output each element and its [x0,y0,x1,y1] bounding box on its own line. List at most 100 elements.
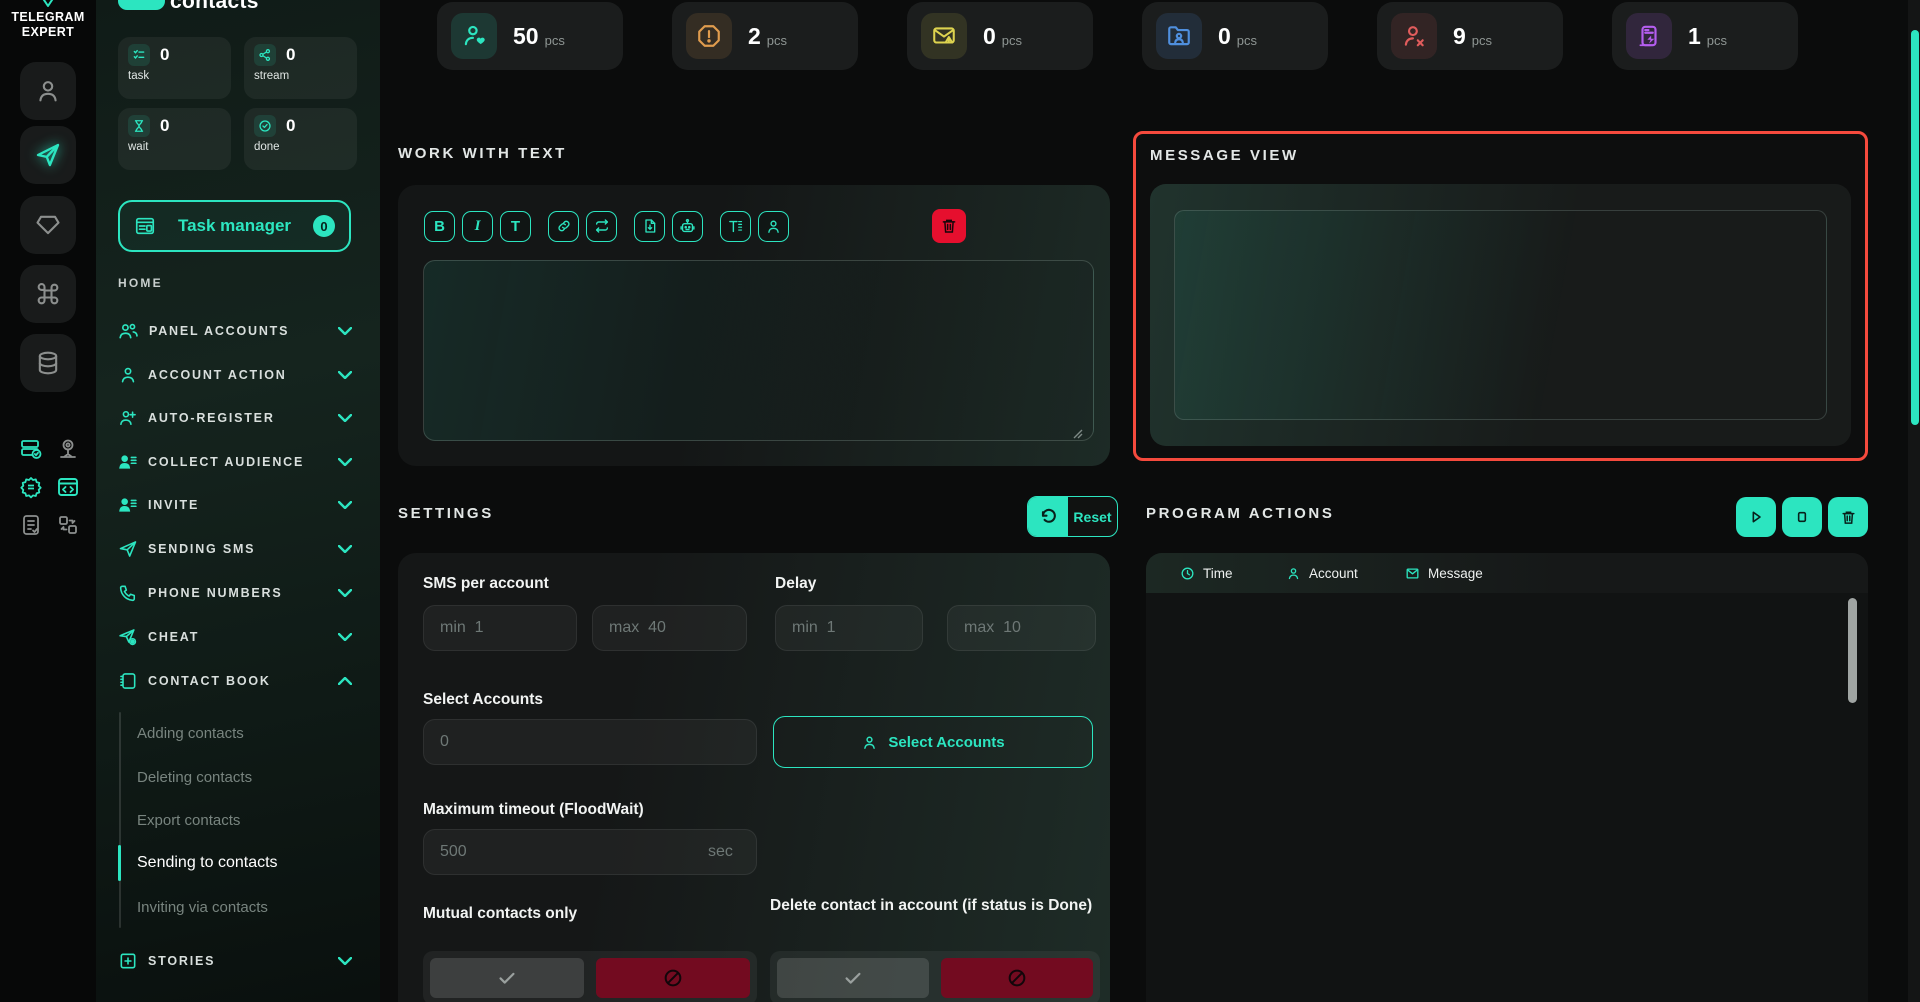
book-icon [118,671,138,691]
column-message[interactable]: Message [1405,566,1483,581]
selected-accounts-count-input[interactable] [423,719,757,765]
ban-icon [1006,967,1028,989]
page-scrollbar-thumb[interactable] [1911,30,1919,425]
sidebar-item-contact-book[interactable]: CONTACT BOOK [96,659,380,703]
start-button[interactable] [1736,497,1776,537]
toggle-yes-option[interactable] [777,958,929,998]
sidebar-header-toggle[interactable] [118,0,165,10]
clear-actions-button[interactable] [1828,497,1868,537]
sidebar-item-home[interactable]: HOME [118,276,163,290]
logo-line1: TELEGRAM [0,10,96,25]
task-manager-badge: 0 [313,215,335,237]
rail-swap-button[interactable] [55,512,81,538]
sidebar-subitem-export-contacts[interactable]: Export contacts [137,798,357,842]
sidebar-item-auto-register[interactable]: AUTO-REGISTER [96,396,380,440]
reset-button[interactable]: Reset [1027,496,1118,537]
stat-card-mail-warnings: 0 pcs [907,2,1093,70]
table-scrollbar-thumb[interactable] [1848,598,1857,703]
trash-icon [940,217,958,235]
italic-button[interactable]: I [462,211,493,242]
sidebar-item-sending-sms[interactable]: SENDING SMS [96,527,380,571]
text-button[interactable]: T [500,211,531,242]
chevron-down-icon [338,957,352,965]
sidebar-item-cheat[interactable]: CHEAT [96,615,380,659]
delay-max-input[interactable] [947,605,1096,651]
sidebar-item-invite[interactable]: INVITE [96,483,380,527]
phone-icon [118,583,138,603]
task-manager-button[interactable]: Task manager 0 [118,200,351,252]
rail-doc-check-button[interactable] [18,512,44,538]
toggle-no-option[interactable] [941,958,1093,998]
link-button[interactable] [548,211,579,242]
column-time[interactable]: Time [1180,566,1286,581]
rail-command-button[interactable] [20,265,76,323]
file-insert-button[interactable] [634,211,665,242]
message-text-input[interactable] [423,260,1094,441]
column-account[interactable]: Account [1286,566,1405,581]
checklist-icon [128,44,150,66]
counter-task-value: 0 [160,45,169,65]
rail-send-button[interactable] [20,126,76,184]
sidebar-subitem-sending-to-contacts[interactable]: Sending to contacts [137,841,357,885]
template-button[interactable] [720,211,751,242]
person-cam-icon [56,437,80,461]
sidebar-subitem-inviting-via-contacts[interactable]: Inviting via contacts [137,885,357,929]
sidebar-item-reports[interactable]: REPORTS [96,990,380,1002]
message-view-panel [1150,184,1851,446]
task-manager-label: Task manager [166,216,303,236]
rail-person-cam-button[interactable] [55,436,81,462]
stat-card-errors: 2 pcs [672,2,858,70]
select-accounts-button[interactable]: Select Accounts [773,716,1093,768]
user-icon [1286,566,1301,581]
user-list-icon [118,452,138,472]
sidebar-item-phone-numbers[interactable]: PHONE NUMBERS [96,571,380,615]
sidebar: contacts 0 task 0 stream [96,0,380,1002]
rail-database-button[interactable] [20,334,76,392]
send-icon [33,140,63,170]
sidebar-item-label: CHEAT [148,630,328,644]
logo-plane-icon [38,0,58,8]
stop-button[interactable] [1782,497,1822,537]
chevron-down-icon [338,545,352,553]
rail-user-button[interactable] [20,62,76,120]
sidebar-item-collect-audience[interactable]: COLLECT AUDIENCE [96,440,380,484]
sms-min-input[interactable] [423,605,577,651]
person-insert-button[interactable] [758,211,789,242]
message-preview-area [1174,210,1827,420]
diamond-icon [34,211,62,239]
column-account-label: Account [1309,566,1358,581]
timeout-input[interactable] [423,829,757,875]
robot-button[interactable] [672,211,703,242]
toggle-no-option[interactable] [596,958,750,998]
sidebar-item-label: ACCOUNT ACTION [148,368,328,382]
sidebar-subitem-deleting-contacts[interactable]: Deleting contacts [137,755,357,799]
sidebar-item-panel-accounts[interactable]: PANEL ACCOUNTS [96,309,380,353]
mutual-contacts-label: Mutual contacts only [423,905,577,923]
swap-icon [56,513,80,537]
repeat-button[interactable] [586,211,617,242]
sidebar-item-stories[interactable]: STORIES [96,939,380,983]
user-plus-icon [118,408,138,428]
bold-button[interactable]: B [424,211,455,242]
delay-min-input[interactable] [775,605,923,651]
share-nodes-icon [254,44,276,66]
counter-stream-value: 0 [286,45,295,65]
rail-diamond-button[interactable] [20,196,76,254]
server-check-icon [19,437,43,461]
delete-contact-label: Delete contact in account (if status is … [770,896,1106,915]
sidebar-item-account-action[interactable]: ACCOUNT ACTION [96,353,380,397]
rail-bot-gear-button[interactable] [18,474,44,500]
rail-code-window-button[interactable] [55,474,81,500]
toggle-yes-option[interactable] [430,958,584,998]
counter-wait-label: wait [128,141,221,153]
settings-title: SETTINGS [398,505,494,522]
clear-text-button[interactable] [932,209,966,243]
stat-value: 0 [983,23,996,50]
rail-server-check-button[interactable] [18,436,44,462]
sidebar-item-label: PHONE NUMBERS [148,586,328,600]
stat-value: 0 [1218,23,1231,50]
sms-max-input[interactable] [592,605,747,651]
code-window-icon [56,475,80,499]
send-icon [118,539,138,559]
sidebar-subitem-adding-contacts[interactable]: Adding contacts [137,711,357,755]
